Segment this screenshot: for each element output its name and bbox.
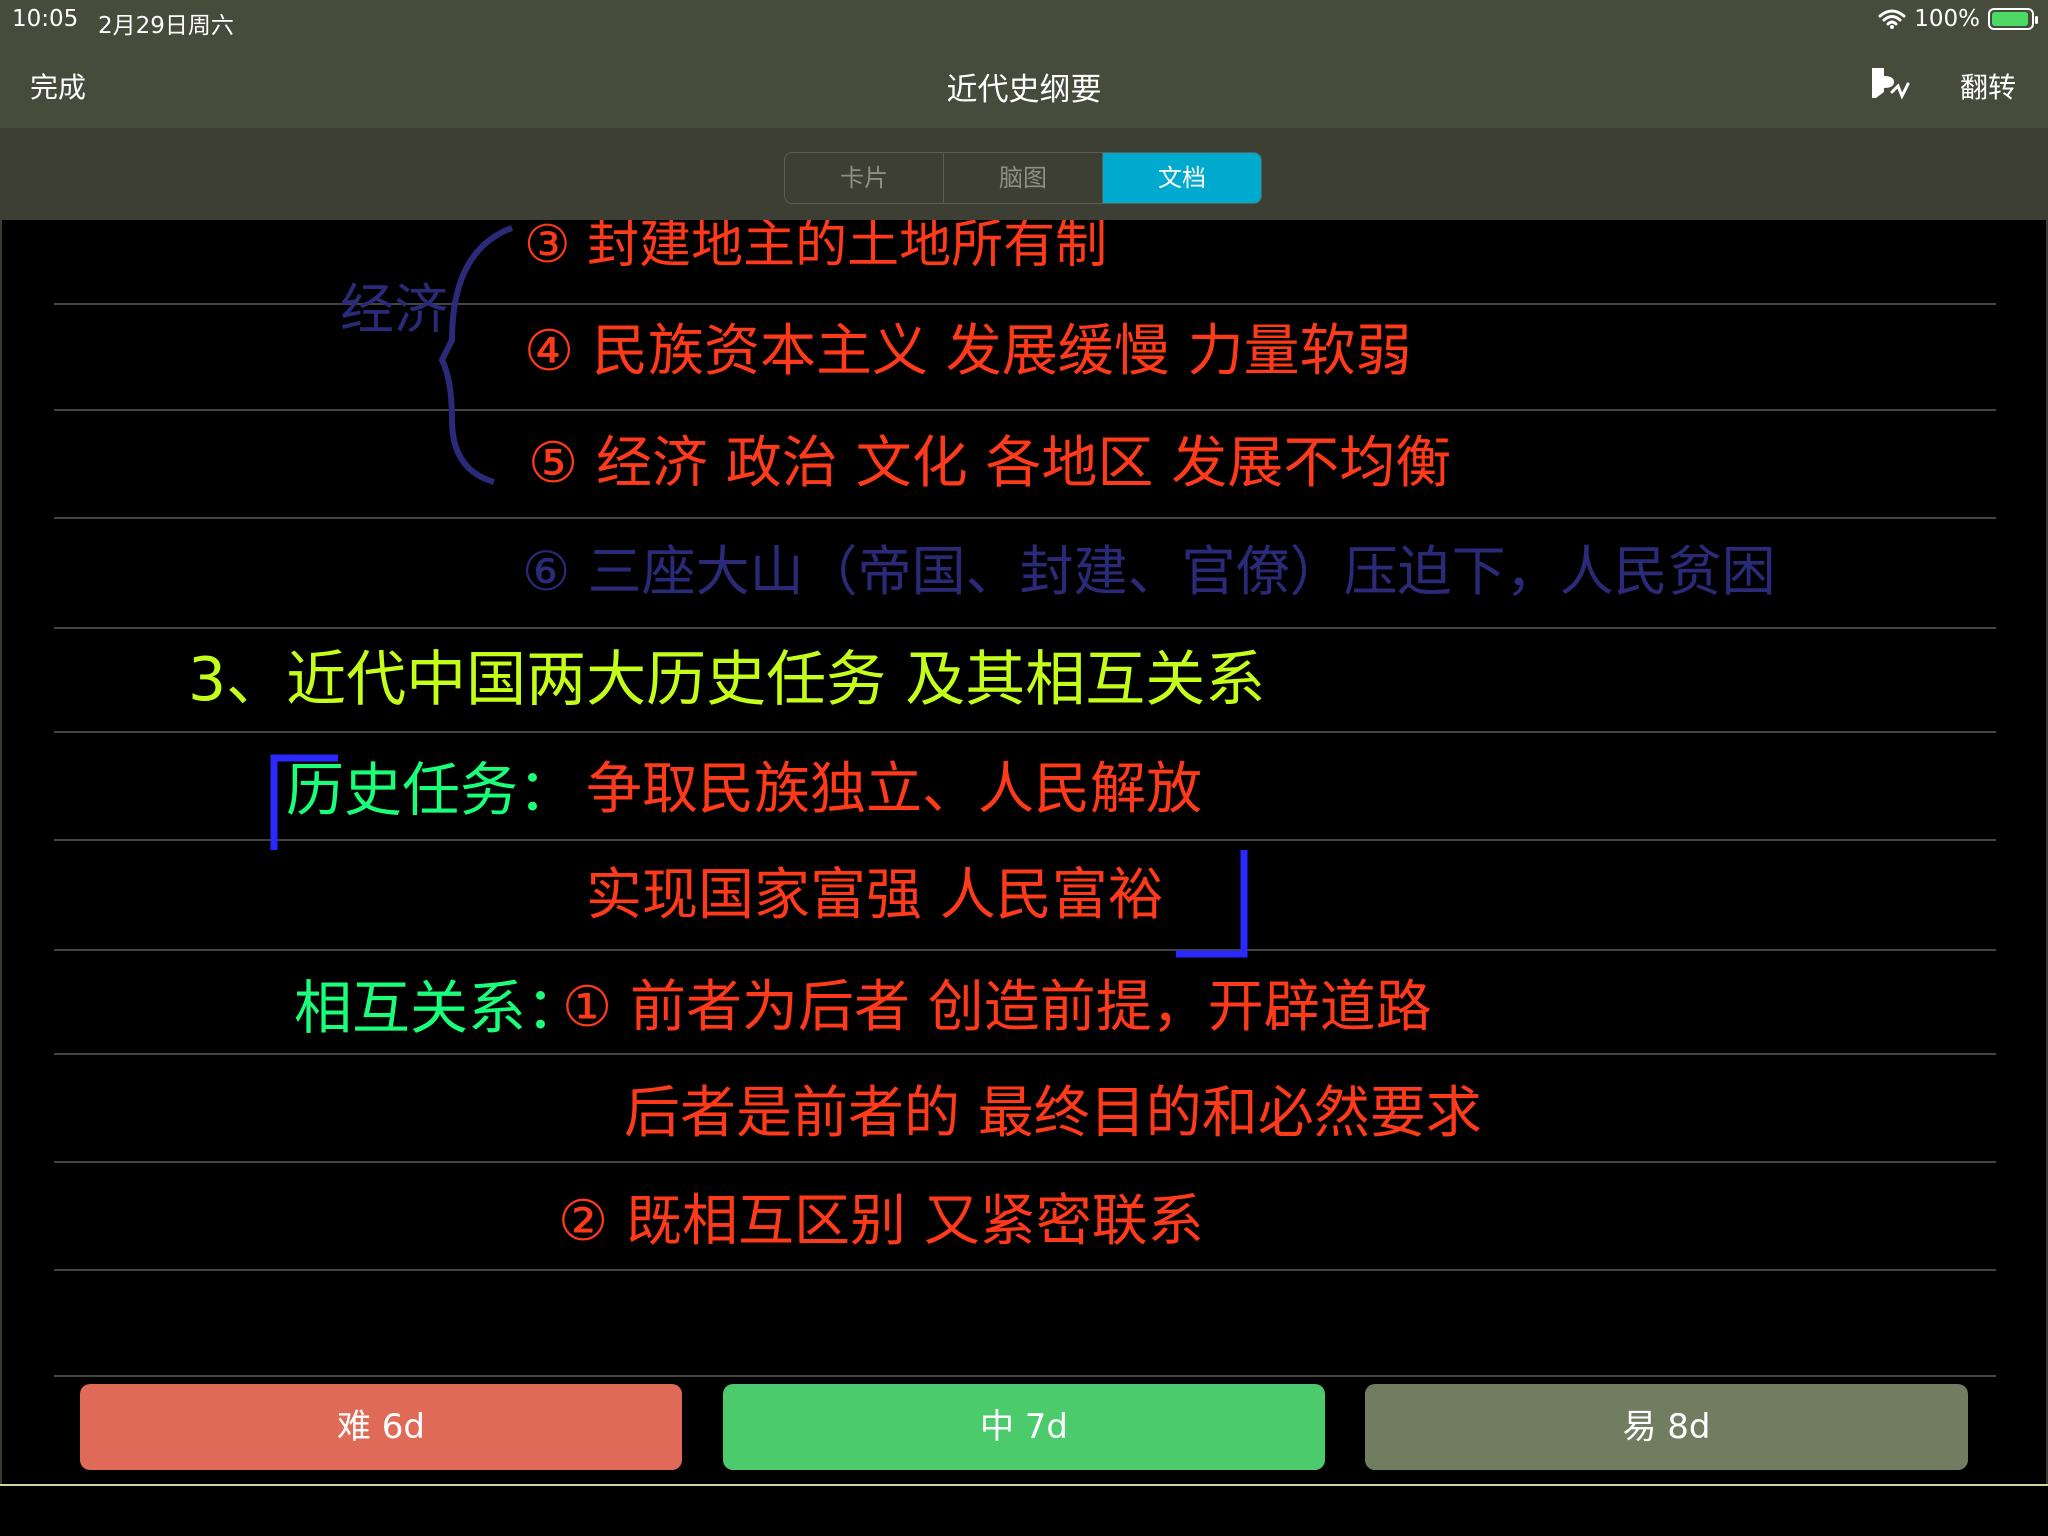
relation-item-2: 后者是前者的 最终目的和必然要求 — [624, 1081, 1482, 1146]
brace-label: 经济 — [340, 278, 448, 341]
status-date: 2月29日周六 — [98, 13, 234, 39]
task-item-2: 实现国家富强 人民富裕 — [586, 863, 1164, 928]
relation-item-3: ② 既相互区别 又紧密联系 — [558, 1189, 1204, 1254]
rate-hard-button[interactable]: 难 6d — [80, 1384, 682, 1470]
tab-mindmap[interactable]: 脑图 — [944, 153, 1103, 203]
status-right: 100% — [1878, 6, 2038, 32]
task-label: 历史任务： — [286, 756, 576, 824]
note-heading: 3、近代中国两大历史任务 及其相互关系 — [188, 645, 1265, 715]
tab-document[interactable]: 文档 — [1103, 153, 1261, 203]
nav-bar: 完成 近代史纲要 翻转 — [0, 40, 2048, 128]
segment-bar: 卡片 脑图 文档 — [0, 128, 2048, 220]
bottom-divider — [0, 1484, 2048, 1486]
wifi-icon — [1878, 9, 1906, 29]
note-line-6: ⑥ 三座大山（帝国、封建、官僚）压迫下，人民贫困 — [522, 540, 1776, 603]
bracket-close — [1176, 850, 1248, 958]
status-bar: 10:05 2月29日周六 100% — [0, 0, 2048, 40]
status-time: 10:05 — [12, 6, 79, 32]
flip-button[interactable]: 翻转 — [1960, 66, 2016, 106]
task-item-1: 争取民族独立、人民解放 — [586, 757, 1202, 822]
note-canvas: 经济 ③ 封建地主的土地所有制 ④ 民族资本主义 发展缓慢 力量软弱 ⑤ 经济 … — [0, 220, 2048, 1484]
pen-speaker-icon[interactable] — [1868, 62, 1910, 104]
rate-medium-button[interactable]: 中 7d — [723, 1384, 1325, 1470]
rate-easy-button[interactable]: 易 8d — [1365, 1384, 1968, 1470]
relation-item-1: ① 前者为后者 创造前提，开辟道路 — [562, 975, 1432, 1040]
battery-icon — [1988, 8, 2038, 30]
note-line-3: ③ 封建地主的土地所有制 — [524, 220, 1107, 275]
brace-mark — [438, 225, 514, 485]
tab-cards[interactable]: 卡片 — [785, 153, 944, 203]
handwritten-note: 经济 ③ 封建地主的土地所有制 ④ 民族资本主义 发展缓慢 力量软弱 ⑤ 经济 … — [54, 220, 1996, 1377]
note-line-5: ⑤ 经济 政治 文化 各地区 发展不均衡 — [528, 431, 1451, 496]
page-title: 近代史纲要 — [946, 72, 1102, 108]
battery-percent: 100% — [1914, 6, 1980, 32]
note-line-4: ④ 民族资本主义 发展缓慢 力量软弱 — [524, 319, 1412, 384]
relation-label: 相互关系： — [294, 974, 584, 1042]
view-segmented-control: 卡片 脑图 文档 — [784, 152, 1262, 204]
